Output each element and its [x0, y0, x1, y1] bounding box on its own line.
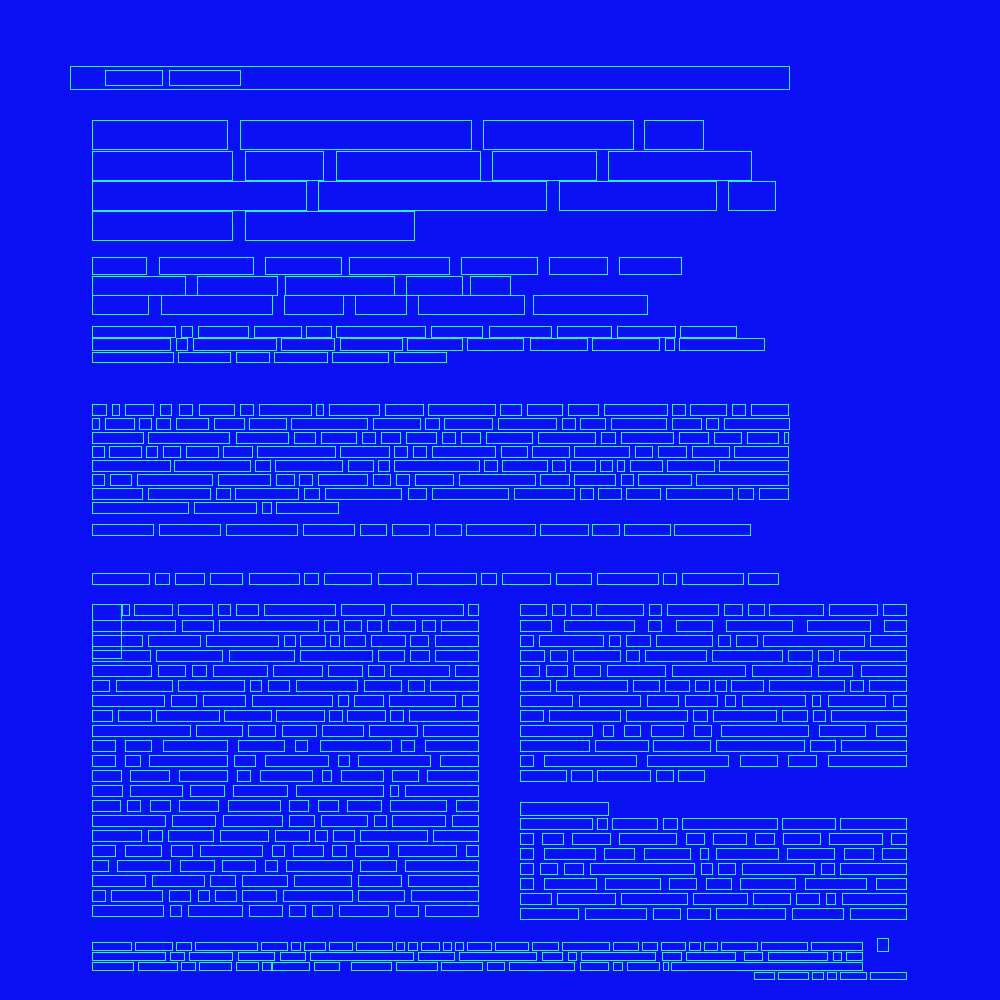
headline-block: [728, 181, 776, 211]
headline-block: [92, 211, 233, 241]
headline-block: [92, 151, 233, 181]
paragraph-block: [92, 404, 812, 516]
headline-block: [492, 151, 597, 181]
headline-block: [245, 151, 324, 181]
headline-block: [92, 120, 228, 150]
headline-block: [608, 151, 752, 181]
right-section-heading: [520, 802, 609, 816]
headline-block: [644, 120, 704, 150]
info-icon[interactable]: [877, 938, 889, 952]
headline-blocks: [92, 120, 812, 242]
wireframe-page: [0, 0, 1000, 1000]
headline-block: [336, 151, 481, 181]
caption-row: [92, 524, 812, 538]
tab-2[interactable]: [169, 70, 241, 86]
summary-block: [92, 252, 812, 368]
footer-lines: [92, 942, 908, 980]
section-heading-row: [92, 573, 812, 587]
tab-1[interactable]: [105, 70, 163, 86]
headline-block: [483, 120, 634, 150]
headline-block: [318, 181, 547, 211]
headline-block: [240, 120, 472, 150]
left-column: [92, 604, 480, 924]
headline-block: [92, 181, 307, 211]
headline-block: [245, 211, 415, 241]
headline-block: [559, 181, 717, 211]
right-column: [520, 604, 908, 924]
top-bar: [70, 66, 790, 90]
